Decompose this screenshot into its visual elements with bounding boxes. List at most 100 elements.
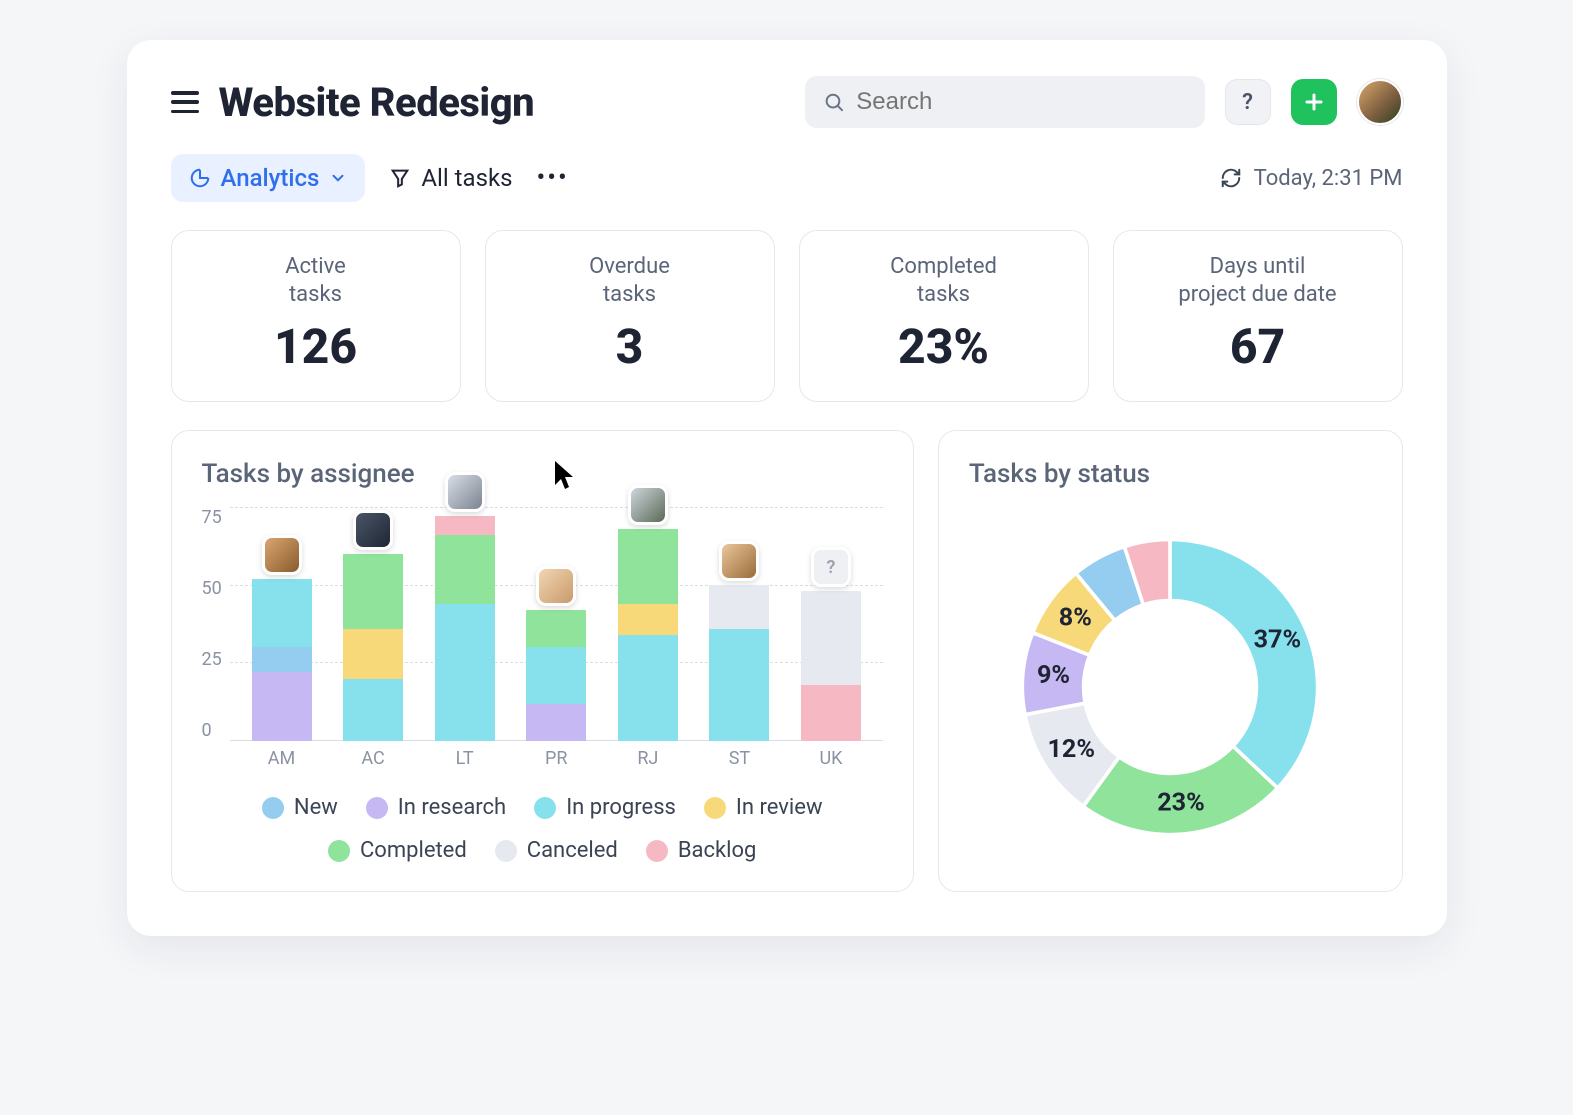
donut-label: 12% xyxy=(1048,735,1096,764)
search-input[interactable] xyxy=(856,88,1186,116)
bar-segment-in_review xyxy=(618,604,678,635)
assignee-avatar xyxy=(628,485,668,525)
legend-item[interactable]: In research xyxy=(366,795,506,820)
bar-column[interactable]: AC xyxy=(342,554,404,741)
bar-segment-in_progress xyxy=(252,579,312,648)
stat-card[interactable]: Active tasks 126 xyxy=(171,230,461,402)
bar-segment-completed xyxy=(618,529,678,604)
legend-swatch xyxy=(646,840,668,862)
assignee-avatar xyxy=(719,541,759,581)
legend: New In research In progress In review Co… xyxy=(202,795,883,863)
panel-title: Tasks by assignee xyxy=(202,459,883,489)
x-label: LT xyxy=(435,748,495,769)
legend-label: Completed xyxy=(360,838,467,863)
legend-swatch xyxy=(495,840,517,862)
menu-icon[interactable] xyxy=(171,91,199,113)
donut-label: 23% xyxy=(1157,789,1205,818)
avatar-unknown-icon: ? xyxy=(811,547,851,587)
bar-segment-in_progress xyxy=(526,647,586,703)
assignee-avatar xyxy=(445,472,485,512)
legend-item[interactable]: New xyxy=(262,795,338,820)
stat-value: 126 xyxy=(184,318,448,375)
panel-tasks-by-status: Tasks by status 37%23%12%9%8% xyxy=(938,430,1403,892)
assignee-avatar xyxy=(353,510,393,550)
bar-segment-completed xyxy=(435,535,495,604)
legend-label: New xyxy=(294,795,338,820)
x-label: UK xyxy=(801,748,861,769)
y-tick: 75 xyxy=(202,507,222,528)
bar-chart: 0255075 AMACLTPRRJST?UK xyxy=(202,507,883,767)
pie-icon xyxy=(189,167,211,189)
bar-segment-new xyxy=(252,647,312,672)
stat-label: Overdue tasks xyxy=(498,253,762,308)
legend-swatch xyxy=(534,797,556,819)
stat-card[interactable]: Completed tasks 23% xyxy=(799,230,1089,402)
bar-segment-canceled xyxy=(709,585,769,629)
plus-icon xyxy=(1302,90,1326,114)
bar-column[interactable]: ST xyxy=(708,585,770,741)
legend-swatch xyxy=(262,797,284,819)
header: Website Redesign ? xyxy=(171,76,1403,128)
search-input-wrap[interactable] xyxy=(805,76,1205,128)
page-title: Website Redesign xyxy=(219,79,535,126)
filter-chip[interactable]: All tasks xyxy=(389,164,512,192)
stat-card[interactable]: Overdue tasks 3 xyxy=(485,230,775,402)
timestamp: Today, 2:31 PM xyxy=(1254,166,1403,191)
y-axis: 0255075 xyxy=(202,507,230,767)
view-analytics-chip[interactable]: Analytics xyxy=(171,154,366,202)
chevron-down-icon xyxy=(329,169,347,187)
x-label: AC xyxy=(343,748,403,769)
stat-card[interactable]: Days until project due date 67 xyxy=(1113,230,1403,402)
donut-label: 8% xyxy=(1059,603,1092,632)
bar-segment-in_progress xyxy=(435,604,495,741)
cursor-icon xyxy=(552,459,578,491)
y-tick: 25 xyxy=(202,649,222,670)
search-icon xyxy=(823,90,845,114)
more-button[interactable]: ••• xyxy=(537,163,569,193)
donut-label: 9% xyxy=(1037,661,1070,690)
x-label: PR xyxy=(526,748,586,769)
legend-item[interactable]: Canceled xyxy=(495,838,618,863)
bar-segment-canceled xyxy=(801,591,861,685)
legend-swatch xyxy=(704,797,726,819)
assignee-avatar xyxy=(262,535,302,575)
stat-cards: Active tasks 126Overdue tasks 3Completed… xyxy=(171,230,1403,402)
donut-label: 37% xyxy=(1254,626,1302,655)
bar-column[interactable]: LT xyxy=(434,516,496,741)
donut-slice-in_progress[interactable] xyxy=(1170,539,1318,788)
legend-label: In review xyxy=(736,795,823,820)
help-button[interactable]: ? xyxy=(1225,79,1271,125)
legend-item[interactable]: Completed xyxy=(328,838,467,863)
help-icon: ? xyxy=(1242,90,1253,115)
filter-icon xyxy=(389,167,411,189)
x-label: RJ xyxy=(618,748,678,769)
stat-value: 67 xyxy=(1126,318,1390,375)
legend-label: Canceled xyxy=(527,838,618,863)
bar-segment-backlog xyxy=(435,516,495,535)
bar-column[interactable]: RJ xyxy=(617,529,679,741)
refresh-icon xyxy=(1220,167,1242,189)
bar-segment-in_progress xyxy=(618,635,678,741)
x-label: ST xyxy=(709,748,769,769)
bar-segment-completed xyxy=(526,610,586,647)
legend-item[interactable]: In review xyxy=(704,795,823,820)
bar-column[interactable]: AM xyxy=(251,579,313,741)
bar-column[interactable]: ?UK xyxy=(800,591,862,741)
bar-segment-completed xyxy=(343,554,403,629)
stat-value: 23% xyxy=(812,318,1076,375)
filter-label: All tasks xyxy=(421,164,512,192)
last-updated[interactable]: Today, 2:31 PM xyxy=(1220,166,1403,191)
add-button[interactable] xyxy=(1291,79,1337,125)
user-avatar[interactable] xyxy=(1357,79,1403,125)
legend-label: In progress xyxy=(566,795,676,820)
bar-segment-backlog xyxy=(801,685,861,741)
bar-column[interactable]: PR xyxy=(525,610,587,741)
dashboard-card: Website Redesign ? Analytics All tasks •… xyxy=(127,40,1447,936)
donut-chart: 37% 23% 12% 9% 8% xyxy=(990,507,1350,867)
legend-item[interactable]: Backlog xyxy=(646,838,757,863)
y-tick: 0 xyxy=(202,720,222,741)
legend-item[interactable]: In progress xyxy=(534,795,676,820)
stat-label: Completed tasks xyxy=(812,253,1076,308)
x-label: AM xyxy=(252,748,312,769)
toolbar: Analytics All tasks ••• Today, 2:31 PM xyxy=(171,154,1403,202)
